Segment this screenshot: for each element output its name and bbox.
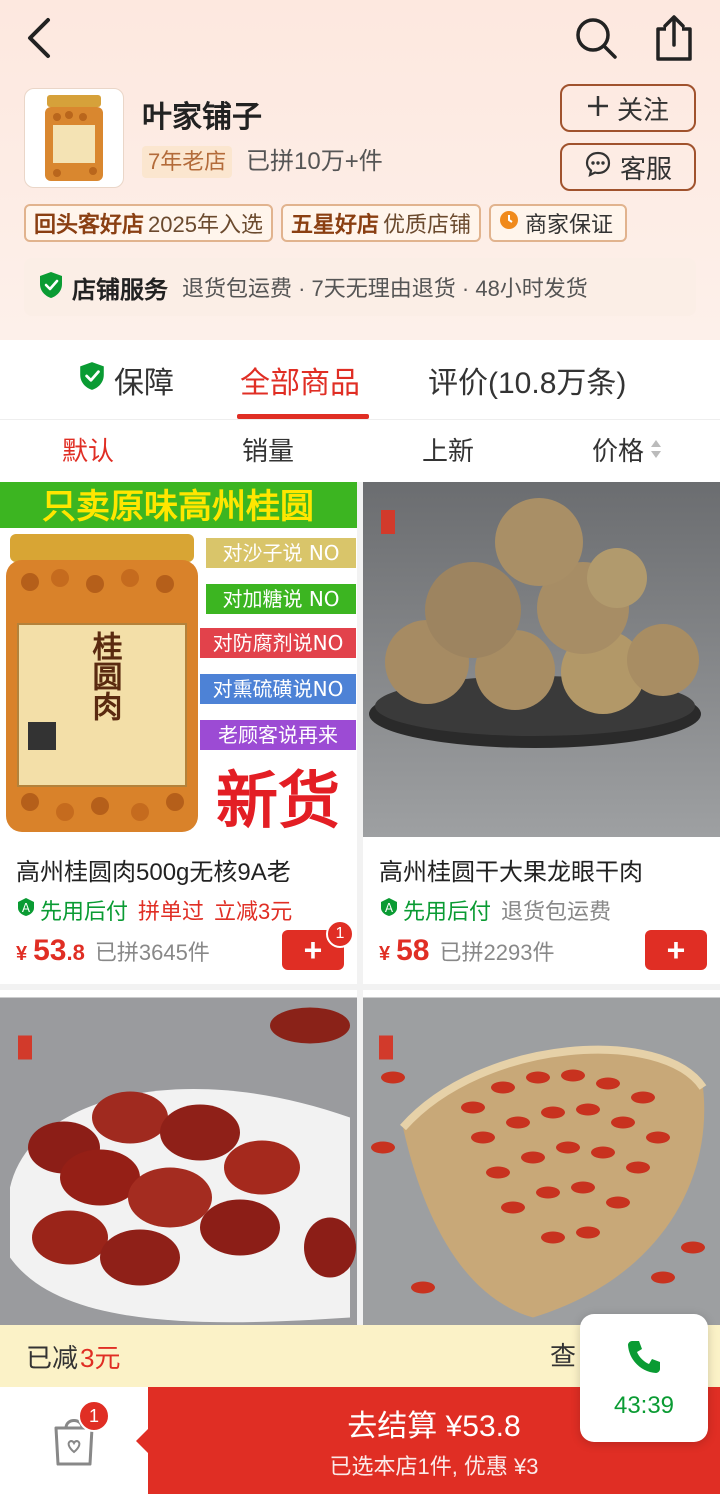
product-card[interactable]: 只卖原味高州桂圆 桂圆肉 对沙子说 NO 对加糖说 NO 对防腐剂说NO 对熏硫…	[0, 482, 357, 984]
image-tag-text: 对防腐剂说NO	[213, 631, 344, 655]
tab-label: 评价(10.8万条)	[428, 367, 627, 400]
product-title: 高州桂圆肉500g无核9A老	[16, 859, 291, 886]
product-image	[0, 997, 357, 1330]
product-sold: 已拼3645件	[94, 940, 210, 965]
honor-tag-strong: 五星好店	[290, 212, 379, 237]
follow-label: 关注	[616, 94, 669, 125]
chat-icon	[584, 150, 612, 185]
product-price: 53.8	[33, 934, 85, 968]
pay-later-icon: A	[16, 897, 36, 923]
product-tags: A 先用后付 拼单过 立减3元	[16, 894, 292, 926]
image-banner-text: 只卖原味高州桂圆	[42, 487, 314, 527]
sort-new[interactable]: 上新	[422, 420, 474, 482]
product-title: 高州桂圆干大果龙眼干肉	[379, 859, 643, 886]
customer-service-button[interactable]: 客服	[560, 143, 696, 191]
honor-tag-five-star[interactable]: 五星好店 优质店铺	[280, 204, 481, 242]
product-card[interactable]	[363, 990, 720, 1330]
pay-later-tag: A 先用后付	[16, 894, 128, 926]
product-card[interactable]	[0, 990, 357, 1330]
shop-service-box[interactable]: 店铺服务 退货包运费 · 7天无理由退货 · 48小时发货	[24, 258, 696, 316]
honor-tag-strong: 商家保证	[525, 212, 614, 237]
service-label: 客服	[619, 153, 672, 184]
sort-price[interactable]: 价格	[592, 420, 662, 482]
tab-reviews[interactable]: 评价(10.8万条)	[428, 340, 626, 420]
honor-tag-strong: 回头客好店	[34, 212, 145, 237]
share-icon[interactable]	[650, 14, 698, 62]
product-image	[363, 482, 720, 837]
shield-check-icon	[38, 271, 64, 304]
image-big-text: 新货	[216, 764, 340, 837]
tab-label: 保障	[114, 367, 174, 400]
honor-tag-returning[interactable]: 回头客好店 2025年入选	[24, 204, 273, 242]
shop-logo[interactable]	[24, 88, 124, 188]
sort-arrows-icon	[650, 420, 662, 482]
years-badge: 7年老店	[142, 146, 233, 178]
jar-label-text: 桂圆肉	[87, 631, 123, 721]
image-tag-text: 对加糖说 NO	[222, 587, 339, 611]
cart-badge: 1	[78, 1400, 110, 1432]
free-return-tag: 退货包运费	[501, 899, 612, 924]
honor-tag-text: 2025年入选	[148, 212, 263, 237]
svg-text:A: A	[385, 901, 394, 915]
svg-text:A: A	[22, 901, 31, 915]
plus-icon	[587, 93, 609, 124]
service-title: 店铺服务	[72, 276, 168, 304]
product-card[interactable]: 高州桂圆干大果龙眼干肉 A 先用后付 退货包运费 ¥ 58 已拼2293件 +	[363, 482, 720, 984]
service-desc: 退货包运费 · 7天无理由退货 · 48小时发货	[182, 276, 588, 301]
shop-honor-tags: 回头客好店 2025年入选 五星好店 优质店铺 商家保证	[24, 204, 720, 242]
phone-icon	[624, 1337, 664, 1382]
follow-button[interactable]: 关注	[560, 84, 696, 132]
call-widget[interactable]: 43:39	[580, 1314, 708, 1442]
checkout-label: 去结算 ¥53.8	[347, 1409, 521, 1443]
shield-check-icon	[78, 361, 106, 399]
sort-bar: 默认 销量 上新 价格	[0, 420, 720, 482]
honor-tag-guarantee[interactable]: 商家保证	[489, 204, 628, 242]
price-dec: .8	[66, 940, 85, 965]
image-tag-text: 对沙子说 NO	[222, 541, 339, 565]
shop-tabs: 保障 全部商品 评价(10.8万条)	[0, 340, 720, 420]
add-to-cart-button[interactable]: +	[645, 930, 707, 970]
plus-icon: +	[666, 931, 686, 968]
call-timer: 43:39	[613, 1391, 675, 1419]
tab-guarantee[interactable]: 保障	[78, 340, 174, 420]
product-price-row: ¥ 58 已拼2293件	[379, 934, 554, 968]
honor-tag-text: 优质店铺	[382, 212, 471, 237]
discount-tag: 立减3元	[214, 899, 293, 924]
search-icon[interactable]	[572, 14, 620, 62]
shop-name: 叶家铺子	[142, 101, 262, 134]
sort-default[interactable]: 默认	[62, 420, 114, 482]
shop-header: 叶家铺子 7年老店 已拼10万+件 关注 客服 回头客好店 2025年入选 五星…	[0, 0, 720, 340]
product-price-row: ¥ 53.8 已拼3645件	[16, 934, 210, 968]
product-image	[363, 997, 720, 1330]
back-icon[interactable]	[16, 14, 64, 62]
tab-label: 全部商品	[240, 367, 360, 400]
currency-symbol: ¥	[16, 943, 28, 965]
discount-amount: 3元	[80, 1342, 121, 1373]
sort-price-label: 价格	[592, 436, 645, 466]
image-tag-text: 对熏硫磺说NO	[213, 677, 344, 701]
active-tab-indicator	[237, 414, 369, 419]
currency-symbol: ¥	[379, 943, 391, 965]
product-price: 58	[396, 934, 430, 967]
plus-icon: +	[303, 931, 323, 968]
view-details-link[interactable]: 查	[550, 1325, 576, 1387]
product-sold: 已拼2293件	[439, 940, 555, 965]
pay-later-icon: A	[379, 897, 399, 923]
checkout-subtext: 已选本店1件, 优惠 ¥3	[329, 1453, 539, 1479]
group-count: 已拼10万+件	[246, 148, 383, 175]
clock-icon	[499, 210, 519, 236]
discount-text: 已减	[26, 1342, 79, 1373]
tab-all-products[interactable]: 全部商品	[240, 340, 360, 420]
group-tag: 拼单过	[138, 899, 205, 924]
pay-later-tag: A 先用后付	[379, 894, 491, 926]
product-image: 只卖原味高州桂圆 桂圆肉 对沙子说 NO 对加糖说 NO 对防腐剂说NO 对熏硫…	[0, 482, 357, 837]
product-tags: A 先用后付 退货包运费	[379, 894, 611, 926]
pay-later-label: 先用后付	[40, 899, 129, 924]
price-int: 53	[33, 934, 67, 967]
image-tag-text: 老顾客说再来	[218, 723, 338, 747]
cart-count-badge: 1	[326, 920, 354, 948]
sort-sales[interactable]: 销量	[242, 420, 294, 482]
pay-later-label: 先用后付	[403, 899, 492, 924]
